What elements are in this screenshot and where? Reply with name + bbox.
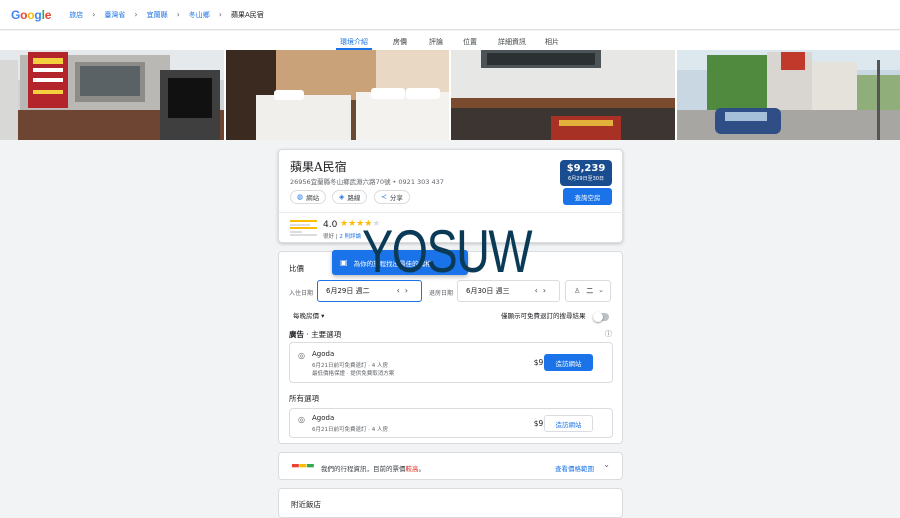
breadcrumb-township[interactable]: 冬山鄉 bbox=[189, 10, 210, 20]
website-button[interactable]: ◍網站 bbox=[290, 190, 326, 204]
price-badge: $9,239 6月29日至30日 bbox=[560, 160, 612, 186]
share-icon: ≺ bbox=[381, 193, 387, 201]
tab-overview[interactable]: 環境介紹 bbox=[336, 31, 372, 50]
trip-insight-card: ▬▬▬ 我們的行程資訊，目前的票價較高。 查看價格範圍 ⌄ bbox=[278, 452, 623, 480]
trip-insight-text: 我們的行程資訊，目前的票價較高。 bbox=[321, 463, 425, 473]
nearby-hotels-card: 附近飯店 bbox=[278, 488, 623, 518]
checkout-label: 退房日期 bbox=[429, 288, 453, 297]
price-range-link[interactable]: 查看價格範圍 bbox=[555, 463, 594, 473]
tab-location[interactable]: 位置 bbox=[458, 31, 482, 50]
info-icon[interactable]: ⓘ bbox=[605, 329, 612, 339]
reviews-link[interactable]: 2 則評論 bbox=[339, 234, 361, 240]
tab-photos[interactable]: 相片 bbox=[540, 31, 564, 50]
breadcrumb-hotels[interactable]: 旅店 bbox=[69, 10, 83, 20]
rating-summary: 很好 | 2 則評論 bbox=[323, 232, 361, 240]
chevron-down-icon[interactable]: ⌄ bbox=[603, 460, 610, 469]
tab-prices[interactable]: 房價 bbox=[388, 31, 412, 50]
all-options-heading: 所有選項 bbox=[289, 393, 319, 404]
price-trend-icon: ▬▬▬ bbox=[291, 461, 314, 471]
compare-title: 比價 bbox=[289, 263, 304, 274]
breadcrumb-province[interactable]: 臺灣省 bbox=[104, 10, 125, 20]
agoda-logo-icon: ◎ bbox=[298, 351, 305, 360]
rating-distribution bbox=[290, 220, 317, 238]
photo-strip bbox=[0, 50, 900, 140]
calendar-icon: ▣ bbox=[340, 258, 348, 267]
photo-bedroom[interactable] bbox=[226, 50, 450, 140]
directions-button[interactable]: ◈路線 bbox=[332, 190, 367, 204]
hotel-address: 26956宜蘭縣冬山鄉武淵六路70號 • 0921 303 437 bbox=[290, 176, 444, 186]
tab-details[interactable]: 詳細資訊 bbox=[492, 31, 532, 50]
visit-site-button[interactable]: 造訪網站 bbox=[544, 354, 593, 371]
google-logo[interactable]: Google bbox=[11, 8, 51, 22]
globe-icon: ◍ bbox=[297, 193, 303, 201]
featured-offer: ◎ Agoda 6月21日前可免費退訂 · 4 人房 最低價格保證 · 提供免費… bbox=[289, 342, 613, 383]
photo-exterior[interactable] bbox=[0, 50, 224, 140]
breadcrumb-separator-icon: › bbox=[134, 10, 137, 19]
per-night-dropdown[interactable]: 每晚房價 ▾ bbox=[293, 310, 324, 320]
breadcrumb-separator-icon: › bbox=[219, 10, 222, 19]
chevron-down-icon: ⌄ bbox=[598, 286, 604, 294]
free-cancel-toggle[interactable] bbox=[593, 313, 609, 321]
agoda-logo-icon: ◎ bbox=[298, 415, 305, 424]
tab-reviews[interactable]: 評論 bbox=[424, 31, 448, 50]
person-icon: ♙ bbox=[574, 287, 580, 295]
date-arrows-icon[interactable]: ‹› bbox=[535, 286, 551, 295]
breadcrumb-current: 蘋果A民宿 bbox=[231, 10, 264, 20]
visit-site-button[interactable]: 造訪網站 bbox=[544, 415, 593, 432]
breadcrumb-separator-icon: › bbox=[177, 10, 180, 19]
photo-facade[interactable] bbox=[451, 50, 675, 140]
directions-icon: ◈ bbox=[339, 193, 344, 201]
top-bar: Google 旅店 › 臺灣省 › 宜蘭縣 › 冬山鄉 › 蘋果A民宿 bbox=[0, 0, 900, 30]
guests-select[interactable]: ♙ 二 ⌄ bbox=[565, 280, 611, 302]
rating-value: 4.0 bbox=[323, 220, 337, 230]
checkin-label: 入住日期 bbox=[289, 288, 313, 297]
featured-heading: 廣告 · 主要選項 bbox=[289, 329, 341, 340]
watermark-text: YOSUW bbox=[362, 222, 531, 282]
photo-street[interactable] bbox=[677, 50, 900, 140]
date-arrows-icon[interactable]: ‹› bbox=[397, 286, 413, 295]
free-cancel-label: 僅顯示可免費退訂的搜尋結果 bbox=[501, 310, 586, 320]
offer-row: ◎ Agoda 6月21日前可免費退訂 · 4 人房 $9,239 造訪網站 bbox=[289, 408, 613, 438]
section-tabs: 環境介紹 房價 評論 位置 詳細資訊 相片 bbox=[0, 31, 900, 50]
hotel-name: 蘋果A民宿 bbox=[290, 158, 347, 175]
check-availability-button[interactable]: 查詢空房 bbox=[563, 188, 612, 205]
breadcrumb-county[interactable]: 宜蘭縣 bbox=[147, 10, 168, 20]
breadcrumb-separator-icon: › bbox=[92, 10, 95, 19]
nearby-heading: 附近飯店 bbox=[291, 499, 321, 510]
share-button[interactable]: ≺分享 bbox=[374, 190, 410, 204]
card-divider bbox=[279, 212, 624, 213]
